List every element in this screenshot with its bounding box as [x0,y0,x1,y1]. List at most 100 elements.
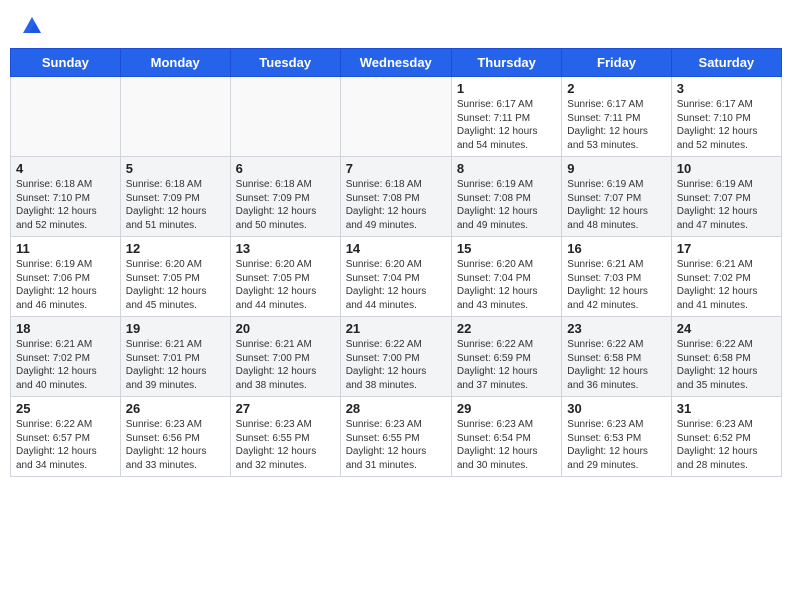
calendar-header-row: SundayMondayTuesdayWednesdayThursdayFrid… [11,49,782,77]
day-number: 17 [677,241,776,256]
day-number: 13 [236,241,335,256]
day-number: 26 [126,401,225,416]
table-row: 9 Sunrise: 6:19 AM Sunset: 7:07 PM Daylig… [562,157,671,237]
logo-icon [21,15,43,37]
table-row: 14 Sunrise: 6:20 AM Sunset: 7:04 PM Dayli… [340,237,451,317]
day-content: Sunrise: 6:22 AM Sunset: 6:58 PM Dayligh… [677,338,776,392]
table-row: 29 Sunrise: 6:23 AM Sunset: 6:54 PM Dayli… [451,397,561,477]
table-row: 31Sunrise: 6:23 AM Sunset: 6:52 PM Dayli… [671,397,781,477]
day-content: Sunrise: 6:17 AM Sunset: 7:10 PM Dayligh… [677,98,776,152]
day-number: 12 [126,241,225,256]
day-content: Sunrise: 6:21 AM Sunset: 7:02 PM Dayligh… [16,338,115,392]
day-number: 25 [16,401,115,416]
day-of-week-header: Sunday [11,49,121,77]
day-content: Sunrise: 6:20 AM Sunset: 7:04 PM Dayligh… [457,258,556,312]
table-row [230,77,340,157]
day-number: 8 [457,161,556,176]
table-row: 27 Sunrise: 6:23 AM Sunset: 6:55 PM Dayli… [230,397,340,477]
day-number: 5 [126,161,225,176]
day-of-week-header: Wednesday [340,49,451,77]
table-row: 3 Sunrise: 6:17 AM Sunset: 7:10 PM Daylig… [671,77,781,157]
calendar-week-row: 1 Sunrise: 6:17 AM Sunset: 7:11 PM Daylig… [11,77,782,157]
calendar-table: SundayMondayTuesdayWednesdayThursdayFrid… [10,48,782,477]
calendar-week-row: 25 Sunrise: 6:22 AM Sunset: 6:57 PM Dayli… [11,397,782,477]
table-row: 16Sunrise: 6:21 AM Sunset: 7:03 PM Dayli… [562,237,671,317]
table-row: 8 Sunrise: 6:19 AM Sunset: 7:08 PM Daylig… [451,157,561,237]
table-row [11,77,121,157]
calendar-week-row: 11 Sunrise: 6:19 AM Sunset: 7:06 PM Dayli… [11,237,782,317]
table-row: 15 Sunrise: 6:20 AM Sunset: 7:04 PM Dayli… [451,237,561,317]
table-row: 1 Sunrise: 6:17 AM Sunset: 7:11 PM Daylig… [451,77,561,157]
day-content: Sunrise: 6:23 AM Sunset: 6:54 PM Dayligh… [457,418,556,472]
day-number: 15 [457,241,556,256]
page-header [10,10,782,38]
table-row: 20 Sunrise: 6:21 AM Sunset: 7:00 PM Dayli… [230,317,340,397]
logo [20,15,44,33]
calendar-week-row: 18 Sunrise: 6:21 AM Sunset: 7:02 PM Dayli… [11,317,782,397]
day-content: Sunrise: 6:17 AM Sunset: 7:11 PM Dayligh… [567,98,665,152]
day-of-week-header: Tuesday [230,49,340,77]
day-content: Sunrise: 6:18 AM Sunset: 7:09 PM Dayligh… [126,178,225,232]
day-number: 30 [567,401,665,416]
day-number: 7 [346,161,446,176]
day-content: Sunrise: 6:19 AM Sunset: 7:07 PM Dayligh… [567,178,665,232]
table-row: 13 Sunrise: 6:20 AM Sunset: 7:05 PM Dayli… [230,237,340,317]
day-content: Sunrise: 6:23 AM Sunset: 6:53 PM Dayligh… [567,418,665,472]
day-number: 28 [346,401,446,416]
day-of-week-header: Thursday [451,49,561,77]
table-row: 7 Sunrise: 6:18 AM Sunset: 7:08 PM Daylig… [340,157,451,237]
table-row: 25 Sunrise: 6:22 AM Sunset: 6:57 PM Dayli… [11,397,121,477]
table-row: 10Sunrise: 6:19 AM Sunset: 7:07 PM Dayli… [671,157,781,237]
day-content: Sunrise: 6:22 AM Sunset: 7:00 PM Dayligh… [346,338,446,392]
day-number: 1 [457,81,556,96]
table-row [340,77,451,157]
calendar-week-row: 4Sunrise: 6:18 AM Sunset: 7:10 PM Daylig… [11,157,782,237]
day-content: Sunrise: 6:23 AM Sunset: 6:56 PM Dayligh… [126,418,225,472]
day-number: 29 [457,401,556,416]
table-row: 4Sunrise: 6:18 AM Sunset: 7:10 PM Daylig… [11,157,121,237]
day-number: 6 [236,161,335,176]
day-number: 16 [567,241,665,256]
day-number: 19 [126,321,225,336]
day-content: Sunrise: 6:18 AM Sunset: 7:08 PM Dayligh… [346,178,446,232]
day-content: Sunrise: 6:23 AM Sunset: 6:55 PM Dayligh… [236,418,335,472]
table-row: 24Sunrise: 6:22 AM Sunset: 6:58 PM Dayli… [671,317,781,397]
day-number: 18 [16,321,115,336]
table-row [120,77,230,157]
day-number: 27 [236,401,335,416]
table-row: 18 Sunrise: 6:21 AM Sunset: 7:02 PM Dayli… [11,317,121,397]
table-row: 11 Sunrise: 6:19 AM Sunset: 7:06 PM Dayli… [11,237,121,317]
day-content: Sunrise: 6:22 AM Sunset: 6:57 PM Dayligh… [16,418,115,472]
day-number: 20 [236,321,335,336]
day-content: Sunrise: 6:23 AM Sunset: 6:55 PM Dayligh… [346,418,446,472]
day-content: Sunrise: 6:18 AM Sunset: 7:09 PM Dayligh… [236,178,335,232]
day-content: Sunrise: 6:21 AM Sunset: 7:02 PM Dayligh… [677,258,776,312]
day-number: 2 [567,81,665,96]
table-row: 23 Sunrise: 6:22 AM Sunset: 6:58 PM Dayli… [562,317,671,397]
table-row: 2 Sunrise: 6:17 AM Sunset: 7:11 PM Daylig… [562,77,671,157]
day-content: Sunrise: 6:19 AM Sunset: 7:06 PM Dayligh… [16,258,115,312]
day-content: Sunrise: 6:22 AM Sunset: 6:58 PM Dayligh… [567,338,665,392]
day-content: Sunrise: 6:19 AM Sunset: 7:07 PM Dayligh… [677,178,776,232]
day-number: 14 [346,241,446,256]
day-number: 9 [567,161,665,176]
day-content: Sunrise: 6:19 AM Sunset: 7:08 PM Dayligh… [457,178,556,232]
table-row: 6 Sunrise: 6:18 AM Sunset: 7:09 PM Daylig… [230,157,340,237]
day-content: Sunrise: 6:20 AM Sunset: 7:05 PM Dayligh… [236,258,335,312]
day-number: 22 [457,321,556,336]
table-row: 12Sunrise: 6:20 AM Sunset: 7:05 PM Dayli… [120,237,230,317]
table-row: 28 Sunrise: 6:23 AM Sunset: 6:55 PM Dayli… [340,397,451,477]
table-row: 21Sunrise: 6:22 AM Sunset: 7:00 PM Dayli… [340,317,451,397]
day-content: Sunrise: 6:21 AM Sunset: 7:01 PM Dayligh… [126,338,225,392]
day-content: Sunrise: 6:17 AM Sunset: 7:11 PM Dayligh… [457,98,556,152]
day-of-week-header: Monday [120,49,230,77]
table-row: 30 Sunrise: 6:23 AM Sunset: 6:53 PM Dayli… [562,397,671,477]
day-number: 23 [567,321,665,336]
day-number: 3 [677,81,776,96]
day-content: Sunrise: 6:21 AM Sunset: 7:00 PM Dayligh… [236,338,335,392]
table-row: 5 Sunrise: 6:18 AM Sunset: 7:09 PM Daylig… [120,157,230,237]
day-number: 31 [677,401,776,416]
table-row: 22Sunrise: 6:22 AM Sunset: 6:59 PM Dayli… [451,317,561,397]
day-number: 11 [16,241,115,256]
day-content: Sunrise: 6:20 AM Sunset: 7:04 PM Dayligh… [346,258,446,312]
